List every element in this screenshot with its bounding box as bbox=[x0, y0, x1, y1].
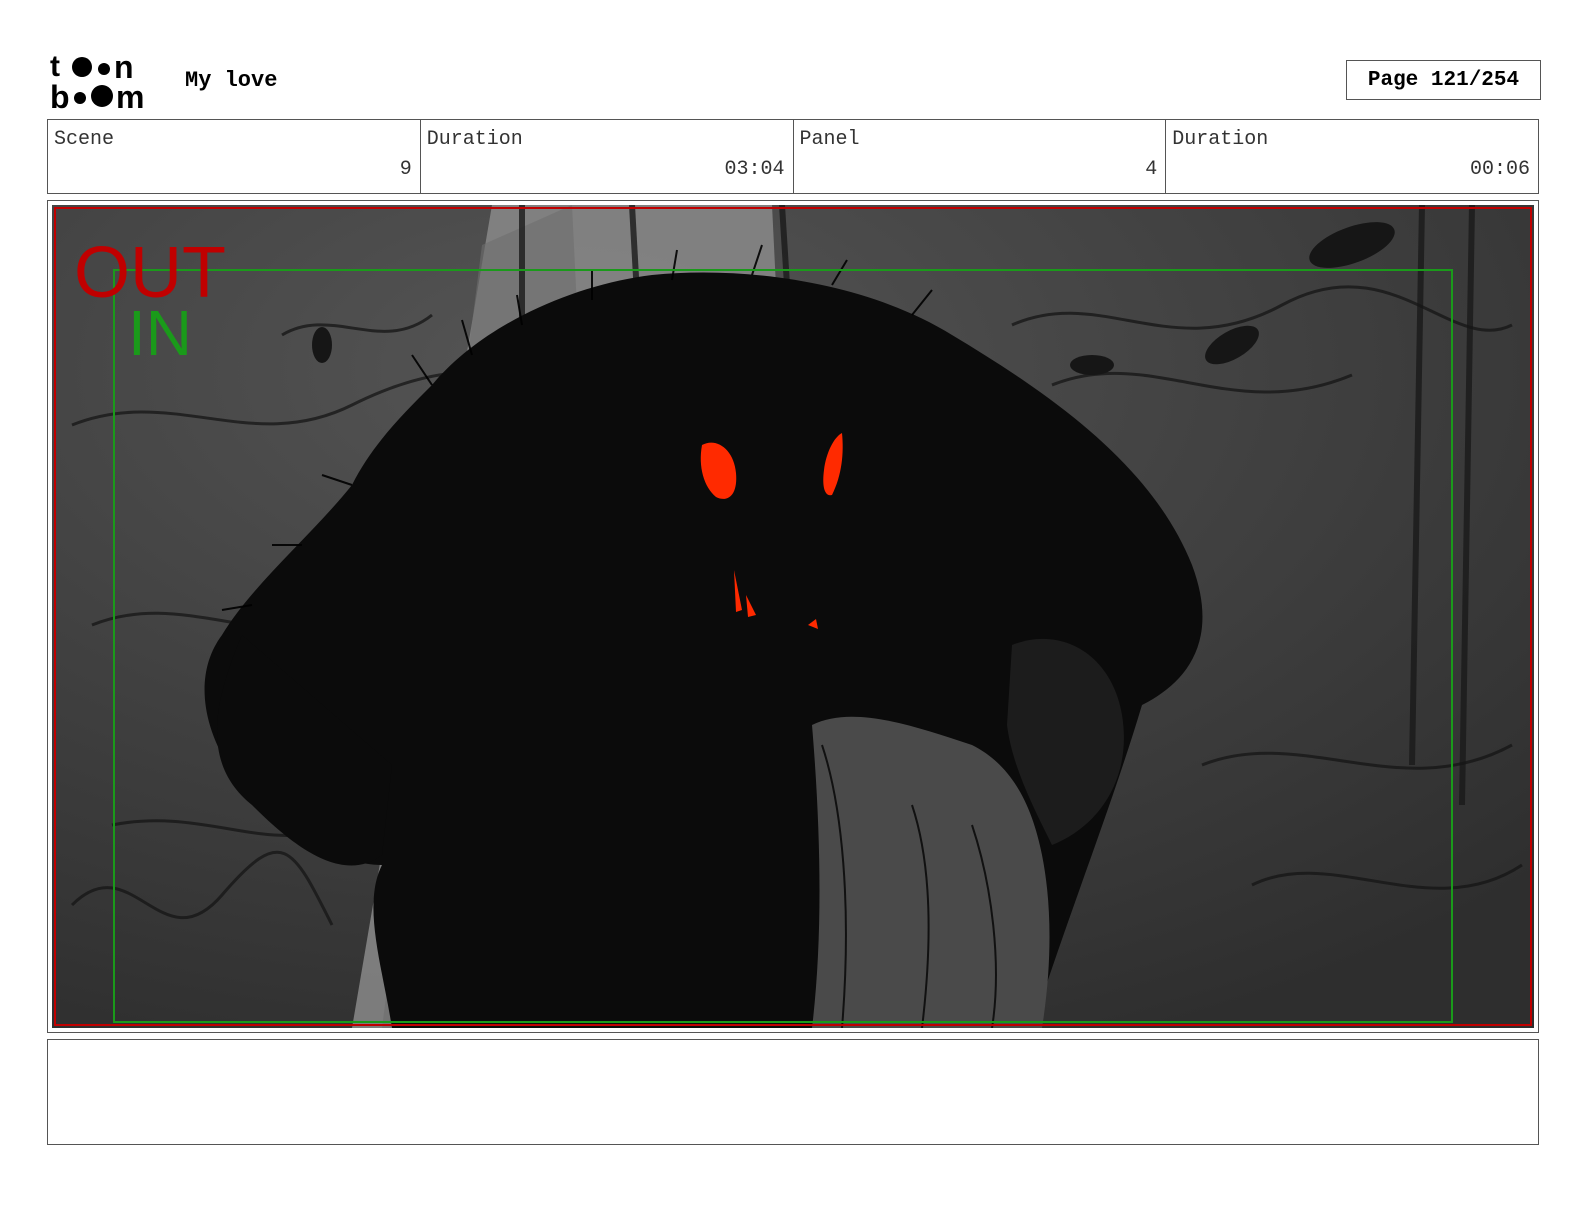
caption-box bbox=[47, 1039, 1539, 1145]
panel-cell: Panel 4 bbox=[794, 120, 1167, 193]
panel-value: 4 bbox=[1145, 158, 1158, 181]
svg-text:m: m bbox=[116, 79, 144, 112]
panel-duration-cell: Duration 00:06 bbox=[1166, 120, 1538, 193]
scene-value: 9 bbox=[399, 158, 412, 181]
project-title: My love bbox=[185, 68, 278, 93]
panel-label: Panel bbox=[799, 128, 860, 151]
scene-duration-label: Duration bbox=[426, 128, 523, 151]
storyboard-panel-image: OUT IN bbox=[52, 205, 1534, 1028]
scene-label: Scene bbox=[54, 128, 115, 151]
scene-duration-value: 03:04 bbox=[724, 158, 785, 181]
scene-duration-cell: Duration 03:04 bbox=[421, 120, 794, 193]
panel-duration-value: 00:06 bbox=[1469, 158, 1530, 181]
scene-info-row: Scene 9 Duration 03:04 Panel 4 Duration … bbox=[47, 119, 1539, 194]
panel-duration-label: Duration bbox=[1172, 128, 1269, 151]
in-label: IN bbox=[128, 297, 192, 369]
scene-cell: Scene 9 bbox=[48, 120, 421, 193]
page-indicator: Page 121/254 bbox=[1346, 60, 1541, 100]
svg-text:b: b bbox=[50, 79, 70, 112]
toon-boom-logo: t n b m bbox=[50, 50, 144, 112]
